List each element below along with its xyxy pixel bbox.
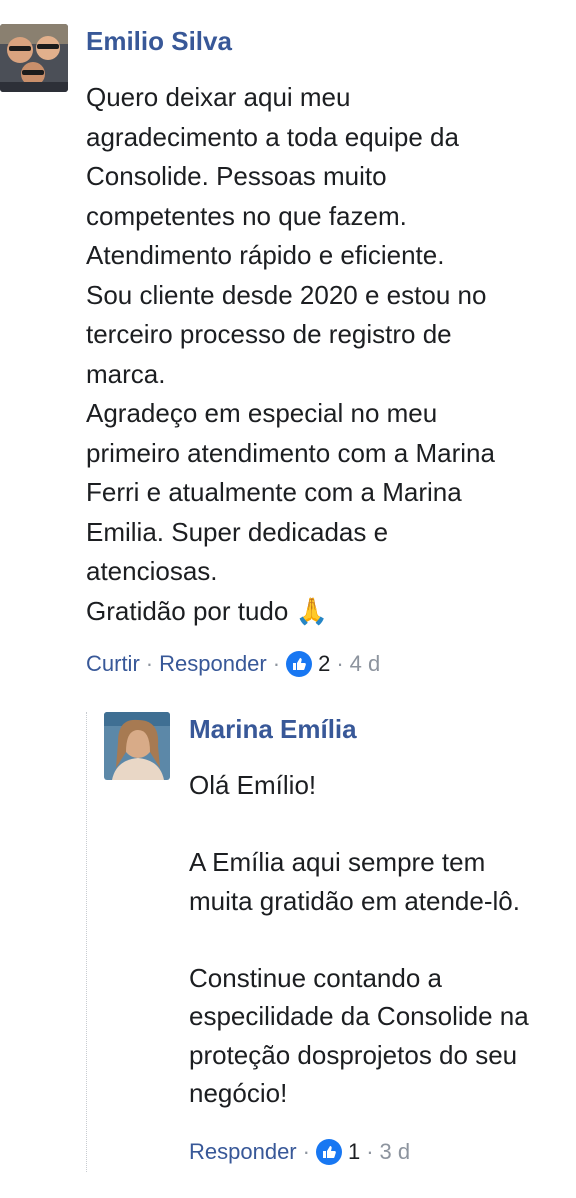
separator: · — [302, 1139, 310, 1164]
like-reaction-icon[interactable] — [315, 1139, 342, 1165]
separator: · — [366, 1139, 374, 1164]
separator: · — [272, 651, 281, 676]
comment-time[interactable]: 4 d — [350, 651, 381, 677]
reply-button[interactable]: Responder — [159, 651, 267, 677]
reactions-count[interactable]: 1 — [348, 1139, 360, 1165]
separator: · — [336, 651, 344, 676]
reactions-count[interactable]: 2 — [318, 651, 330, 677]
comment-author[interactable]: Emilio Silva — [86, 26, 232, 57]
reply-time[interactable]: 3 d — [380, 1139, 411, 1165]
avatar-photo-icon — [0, 24, 68, 92]
reply-actions: Responder · 1 · 3 d — [189, 1139, 410, 1165]
separator: · — [145, 651, 154, 676]
avatar-marina[interactable] — [104, 712, 170, 780]
avatar-photo-icon — [104, 712, 170, 780]
reply-thread-line — [86, 712, 87, 1172]
like-reaction-icon[interactable] — [286, 651, 313, 677]
avatar-emilio[interactable] — [0, 24, 68, 92]
reply-button[interactable]: Responder — [189, 1139, 297, 1165]
comment-actions: Curtir · Responder · 2 · 4 d — [86, 651, 380, 677]
reply-text: Olá Emílio! A Emília aqui sempre tem mui… — [189, 770, 529, 1108]
comment-text: Quero deixar aqui meu agradecimento a to… — [86, 82, 495, 626]
reply-author[interactable]: Marina Emília — [189, 714, 357, 745]
like-button[interactable]: Curtir — [86, 651, 140, 677]
